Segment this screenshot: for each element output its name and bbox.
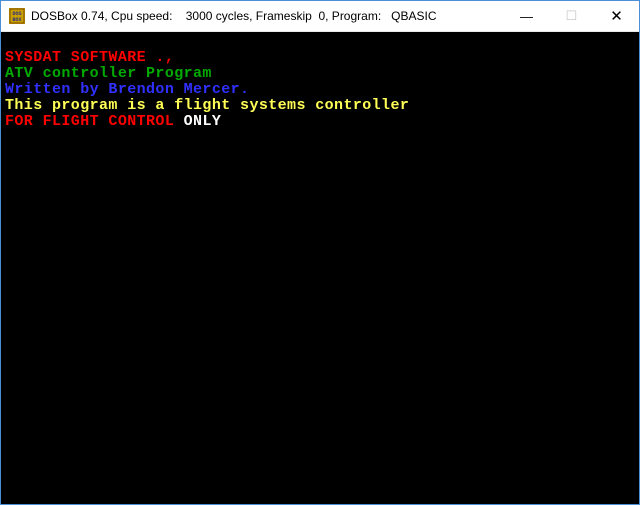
console-line-5b: ONLY — [174, 113, 221, 130]
console-line-3: Written by Brendon Mercer. — [5, 81, 249, 98]
window-title: DOSBox 0.74, Cpu speed: 3000 cycles, Fra… — [31, 9, 437, 23]
svg-text:BOX: BOX — [12, 17, 21, 23]
close-button[interactable]: ✕ — [594, 1, 639, 31]
console-line-5a: FOR FLIGHT CONTROL — [5, 113, 174, 130]
console-line-4: This program is a flight systems control… — [5, 97, 409, 114]
dosbox-window: DOS BOX DOSBox 0.74, Cpu speed: 3000 cyc… — [0, 0, 640, 505]
minimize-button[interactable]: — — [504, 1, 549, 31]
console-line-1: SYSDAT SOFTWARE ., — [5, 49, 174, 66]
titlebar[interactable]: DOS BOX DOSBox 0.74, Cpu speed: 3000 cyc… — [1, 1, 639, 32]
console-line-2: ATV controller Program — [5, 65, 212, 82]
console-area: SYSDAT SOFTWARE ., ATV controller Progra… — [1, 32, 639, 504]
maximize-button[interactable]: ☐ — [549, 1, 594, 31]
app-icon: DOS BOX — [9, 8, 25, 24]
